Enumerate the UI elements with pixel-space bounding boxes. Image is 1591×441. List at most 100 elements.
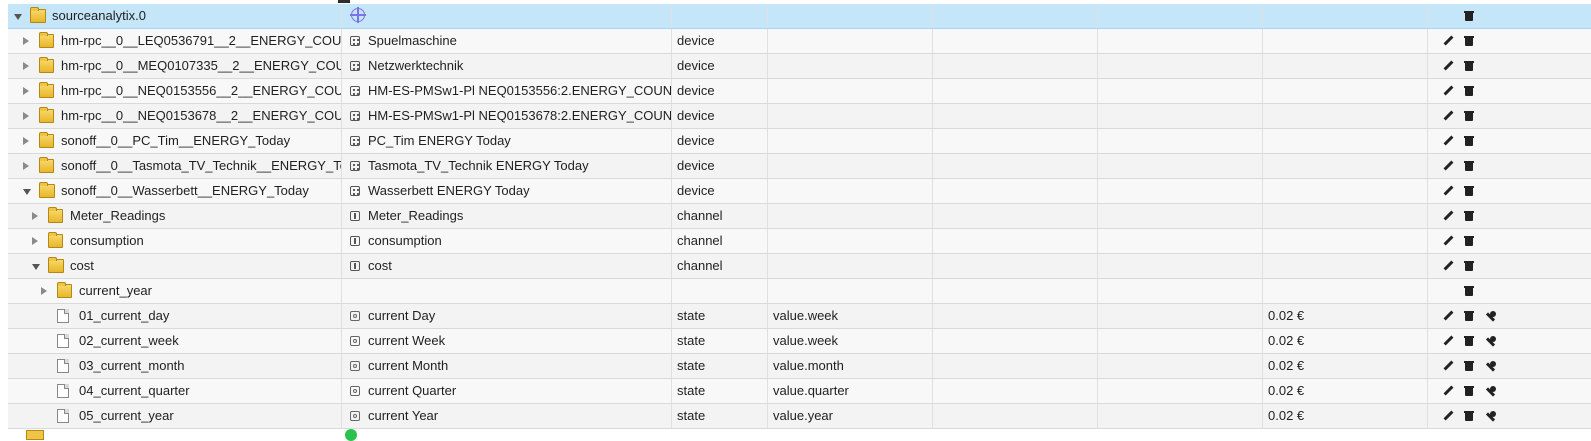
expand-icon[interactable] bbox=[23, 87, 29, 95]
delete-icon[interactable] bbox=[1464, 186, 1474, 196]
object-role-cell bbox=[768, 279, 933, 303]
object-room-cell bbox=[933, 379, 1098, 403]
collapse-icon[interactable] bbox=[32, 264, 40, 270]
table-row[interactable]: 01_current_day current Day state value.week… bbox=[8, 304, 1591, 329]
table-row[interactable]: hm-rpc__0__NEQ0153678__2__ENERGY_COUNTER… bbox=[8, 104, 1591, 129]
delete-icon[interactable] bbox=[1464, 311, 1474, 321]
object-id-label[interactable]: sonoff__0__PC_Tim__ENERGY_Today bbox=[61, 129, 290, 153]
object-function-cell bbox=[1098, 304, 1263, 328]
edit-icon[interactable] bbox=[1443, 261, 1453, 271]
table-row[interactable]: consumption consumption channel bbox=[8, 229, 1591, 254]
table-row[interactable]: hm-rpc__0__NEQ0153556__2__ENERGY_COUNTER… bbox=[8, 79, 1591, 104]
expand-icon[interactable] bbox=[32, 237, 38, 245]
table-row[interactable]: current_year bbox=[8, 279, 1591, 304]
delete-icon[interactable] bbox=[1464, 11, 1474, 21]
edit-icon[interactable] bbox=[1443, 236, 1453, 246]
table-row[interactable]: 04_current_quarter current Quarter state va… bbox=[8, 379, 1591, 404]
object-id-label[interactable]: current_year bbox=[79, 279, 152, 303]
object-id-label[interactable]: hm-rpc__0__NEQ0153678__2__ENERGY_COUNTER bbox=[61, 104, 341, 128]
channel-icon bbox=[350, 260, 360, 271]
wrench-icon[interactable] bbox=[1485, 411, 1496, 421]
file-icon bbox=[57, 359, 69, 373]
expand-icon[interactable] bbox=[41, 287, 47, 295]
delete-icon[interactable] bbox=[1464, 411, 1474, 421]
expand-icon[interactable] bbox=[23, 137, 29, 145]
edit-icon[interactable] bbox=[1443, 186, 1453, 196]
edit-icon[interactable] bbox=[1443, 386, 1453, 396]
edit-icon[interactable] bbox=[1443, 311, 1453, 321]
edit-icon[interactable] bbox=[1443, 411, 1453, 421]
object-value-cell bbox=[1263, 229, 1428, 253]
delete-icon[interactable] bbox=[1464, 111, 1474, 121]
collapse-icon[interactable] bbox=[14, 14, 22, 20]
object-id-label[interactable]: sonoff__0__Tasmota_TV_Technik__ENERGY_To… bbox=[61, 154, 341, 178]
collapse-icon[interactable] bbox=[23, 189, 31, 195]
object-id-label[interactable]: 03_current_month bbox=[79, 354, 185, 378]
object-function-cell bbox=[1098, 379, 1263, 403]
object-id-label[interactable]: 01_current_day bbox=[79, 304, 169, 328]
delete-icon[interactable] bbox=[1464, 261, 1474, 271]
delete-icon[interactable] bbox=[1464, 286, 1474, 296]
wrench-icon[interactable] bbox=[1485, 311, 1496, 321]
wrench-icon[interactable] bbox=[1485, 361, 1496, 371]
table-row[interactable]: sonoff__0__Wasserbett__ENERGY_Today Wasse… bbox=[8, 179, 1591, 204]
table-row[interactable]: sourceanalytix.0 bbox=[8, 4, 1591, 29]
expand-icon[interactable] bbox=[23, 162, 29, 170]
delete-icon[interactable] bbox=[1464, 61, 1474, 71]
delete-icon[interactable] bbox=[1464, 386, 1474, 396]
edit-icon[interactable] bbox=[1443, 136, 1453, 146]
object-role-cell bbox=[768, 79, 933, 103]
table-row[interactable]: sonoff__0__PC_Tim__ENERGY_Today PC_Tim EN… bbox=[8, 129, 1591, 154]
object-name-cell: current Year bbox=[342, 404, 672, 428]
edit-icon[interactable] bbox=[1443, 61, 1453, 71]
edit-icon[interactable] bbox=[1443, 336, 1453, 346]
object-id-label[interactable]: sonoff__0__Wasserbett__ENERGY_Today bbox=[61, 179, 309, 203]
table-row[interactable]: 02_current_week current Week state value.we… bbox=[8, 329, 1591, 354]
object-value-cell: 0.02 € bbox=[1263, 354, 1428, 378]
object-id-label[interactable]: Meter_Readings bbox=[70, 204, 165, 228]
delete-icon[interactable] bbox=[1464, 136, 1474, 146]
delete-icon[interactable] bbox=[1464, 36, 1474, 46]
delete-icon[interactable] bbox=[1464, 211, 1474, 221]
object-function-cell bbox=[1098, 204, 1263, 228]
object-name-label: Spuelmaschine bbox=[368, 33, 457, 48]
expand-icon[interactable] bbox=[23, 37, 29, 45]
object-id-label[interactable]: 05_current_year bbox=[79, 404, 174, 428]
table-row[interactable]: 05_current_year current Year state value.ye… bbox=[8, 404, 1591, 429]
object-id-label[interactable]: hm-rpc__0__NEQ0153556__2__ENERGY_COUNTER bbox=[61, 79, 341, 103]
wrench-icon[interactable] bbox=[1485, 386, 1496, 396]
delete-icon[interactable] bbox=[1464, 361, 1474, 371]
delete-icon[interactable] bbox=[1464, 236, 1474, 246]
object-role-cell: value.year bbox=[768, 404, 933, 428]
edit-icon[interactable] bbox=[1443, 211, 1453, 221]
table-row[interactable]: Meter_Readings Meter_Readings channel bbox=[8, 204, 1591, 229]
table-row[interactable]: sonoff__0__Tasmota_TV_Technik__ENERGY_To… bbox=[8, 154, 1591, 179]
edit-icon[interactable] bbox=[1443, 161, 1453, 171]
table-row[interactable]: hm-rpc__0__LEQ0536791__2__ENERGY_COUNTER… bbox=[8, 29, 1591, 54]
table-row[interactable]: cost cost channel bbox=[8, 254, 1591, 279]
object-id-label[interactable]: sourceanalytix.0 bbox=[52, 4, 146, 28]
edit-icon[interactable] bbox=[1443, 86, 1453, 96]
object-id-label[interactable]: 02_current_week bbox=[79, 329, 179, 353]
object-function-cell bbox=[1098, 354, 1263, 378]
expand-icon[interactable] bbox=[32, 212, 38, 220]
object-id-label[interactable]: hm-rpc__0__LEQ0536791__2__ENERGY_COUNTER bbox=[61, 29, 341, 53]
edit-icon[interactable] bbox=[1443, 111, 1453, 121]
expand-icon[interactable] bbox=[23, 112, 29, 120]
object-id-label[interactable]: 04_current_quarter bbox=[79, 379, 190, 403]
table-row[interactable]: 03_current_month current Month state value.… bbox=[8, 354, 1591, 379]
object-id-label[interactable]: cost bbox=[70, 254, 94, 278]
delete-icon[interactable] bbox=[1464, 161, 1474, 171]
delete-icon[interactable] bbox=[1464, 86, 1474, 96]
delete-icon[interactable] bbox=[1464, 336, 1474, 346]
column-resize-handle[interactable] bbox=[338, 0, 350, 3]
edit-icon[interactable] bbox=[1443, 361, 1453, 371]
table-row[interactable]: hm-rpc__0__MEQ0107335__2__ENERGY_COUNTER… bbox=[8, 54, 1591, 79]
object-id-label[interactable]: consumption bbox=[70, 229, 144, 253]
object-value-cell: 0.02 € bbox=[1263, 329, 1428, 353]
object-id-label[interactable]: hm-rpc__0__MEQ0107335__2__ENERGY_COUNTER bbox=[61, 54, 341, 78]
edit-icon[interactable] bbox=[1443, 36, 1453, 46]
wrench-icon[interactable] bbox=[1485, 336, 1496, 346]
object-role-cell bbox=[768, 104, 933, 128]
expand-icon[interactable] bbox=[23, 62, 29, 70]
